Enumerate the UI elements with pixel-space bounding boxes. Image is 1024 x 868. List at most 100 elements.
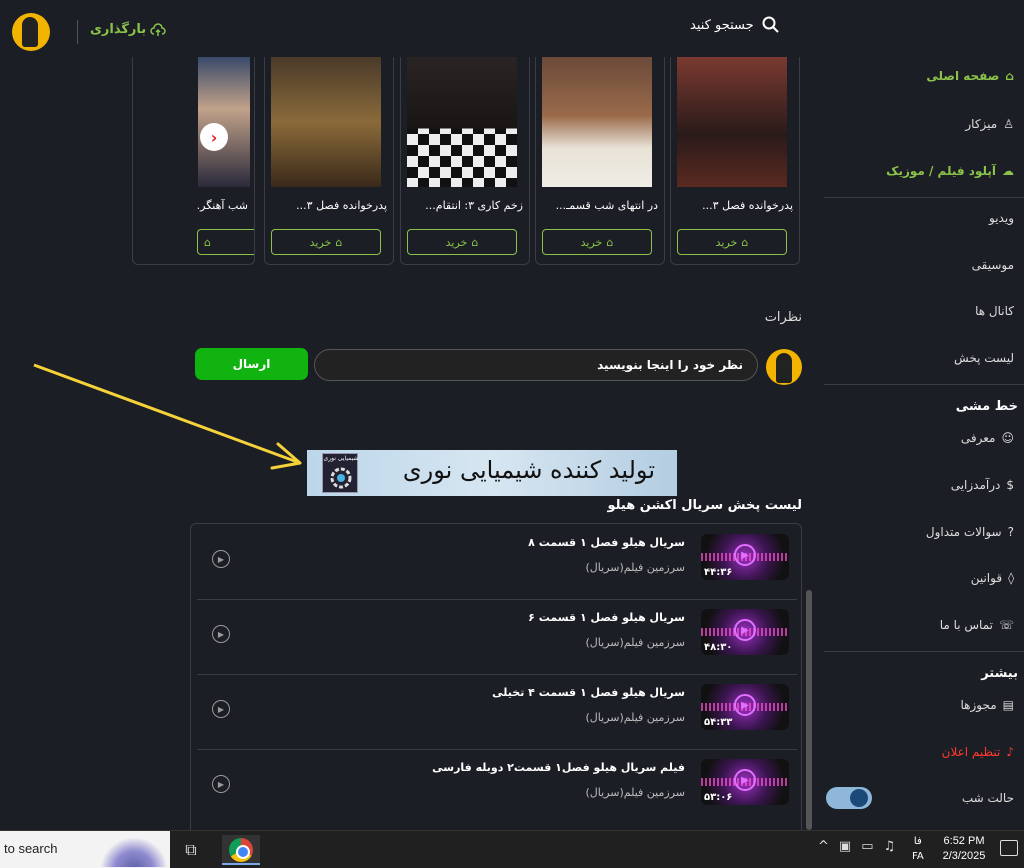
buy-button[interactable]: خرید ⌂ xyxy=(677,229,787,255)
clock[interactable]: 6:52 PM 2/3/2025 xyxy=(942,834,986,864)
movie-card[interactable]: زخم کاری ۳: انتقام... خرید ⌂ xyxy=(400,57,530,265)
movie-title[interactable]: زخم کاری ۳: انتقام... xyxy=(405,199,523,212)
movie-card[interactable]: پدرخوانده فصل ۳... خرید ⌂ xyxy=(670,57,800,265)
user-icon: ♙ xyxy=(1003,117,1014,131)
sidebar-divider xyxy=(824,197,1024,198)
sidebar-label: مجوزها xyxy=(960,698,997,712)
tag-icon: ⌂ xyxy=(741,235,749,249)
playlist-title: لیست پخش سریال اکشن هیلو xyxy=(607,498,802,513)
comment-input[interactable]: نظر خود را اینجا بنویسید xyxy=(314,349,758,381)
movie-title[interactable]: پدرخوانده فصل ۳... xyxy=(675,199,793,212)
sidebar-item-video[interactable]: ویدیو xyxy=(989,211,1014,225)
playlist: ▶ ۴۴:۳۶ سریال هیلو فصل ۱ قسمت ۸ سرزمین فی… xyxy=(190,523,802,830)
buy-label: خرید xyxy=(445,235,468,249)
sidebar-label: میزکار xyxy=(965,117,998,131)
language-indicator[interactable]: فا FA xyxy=(912,834,924,864)
video-title[interactable]: فیلم سریال هیلو فصل۱ قسمت۲ دوبله فارسی xyxy=(432,761,685,774)
sidebar-item-dark-mode: حالت شب xyxy=(962,791,1014,805)
buy-button[interactable]: خرید ⌂ xyxy=(542,229,652,255)
sidebar-item-home[interactable]: ⌂ صفحه اصلی xyxy=(926,69,1014,83)
task-view-icon[interactable]: ⧉ xyxy=(176,835,206,865)
sidebar-item-rules[interactable]: ◊ قوانین xyxy=(971,571,1014,585)
sidebar-label: تنظیم اعلان xyxy=(941,745,1001,759)
play-circle-icon[interactable]: ▶ xyxy=(212,550,230,568)
sidebar-label: تماس با ما xyxy=(939,618,993,632)
channel-name[interactable]: سرزمین فیلم(سریال) xyxy=(586,561,686,574)
movie-title[interactable]: در انتهای شب قسمـ... xyxy=(540,199,658,212)
network-icon[interactable]: ▭ xyxy=(861,839,873,854)
video-title[interactable]: سریال هیلو فصل ۱ قسمت ۴ تخیلی xyxy=(492,686,685,699)
sidebar-item-monetize[interactable]: $ درآمدزایی xyxy=(951,478,1014,492)
users-icon: ☺ xyxy=(1001,431,1014,445)
main-scrollbar[interactable] xyxy=(806,590,812,830)
system-tray: ^ ▣ ▭ ♫ xyxy=(818,839,895,854)
movie-poster[interactable] xyxy=(677,57,787,187)
tag-icon: ⌂ xyxy=(606,235,614,249)
sidebar-item-upload[interactable]: ☁ آپلود فیلم / موزیک xyxy=(886,164,1014,178)
sidebar-item-permits[interactable]: ▤ مجوزها xyxy=(961,698,1015,712)
sidebar-label: آپلود فیلم / موزیک xyxy=(886,164,996,178)
banner-text: تولید کننده شیمیایی نوری xyxy=(402,456,655,484)
video-thumbnail[interactable]: ▶ ۵۴:۳۳ xyxy=(701,684,789,730)
video-duration: ۴۸:۳۰ xyxy=(704,642,733,653)
sidebar-item-dashboard[interactable]: ♙ میزکار xyxy=(965,117,1014,131)
video-thumbnail[interactable]: ▶ ۵۳:۰۶ xyxy=(701,759,789,805)
buy-button[interactable]: خرید ⌂ xyxy=(407,229,517,255)
sidebar-label: درآمدزایی xyxy=(950,478,1001,492)
video-duration: ۴۴:۳۶ xyxy=(704,567,733,578)
tag-icon: ⌂ xyxy=(471,235,479,249)
playlist-item[interactable]: ▶ ۵۴:۳۳ سریال هیلو فصل ۱ قسمت ۴ تخیلی سرز… xyxy=(197,674,797,749)
playlist-item[interactable]: ▶ ۵۳:۰۶ فیلم سریال هیلو فصل۱ قسمت۲ دوبله … xyxy=(197,749,797,824)
annotation-arrow xyxy=(33,363,302,470)
chrome-icon xyxy=(229,838,253,862)
sidebar-item-about[interactable]: ☺ معرفی xyxy=(961,431,1014,445)
security-icon[interactable]: ▣ xyxy=(839,839,851,854)
channel-name[interactable]: سرزمین فیلم(سریال) xyxy=(586,711,686,724)
buy-label: خرید xyxy=(715,235,738,249)
chrome-taskbar-button[interactable] xyxy=(222,835,260,865)
sidebar-label: کانال ها xyxy=(975,304,1014,318)
sidebar-item-ads[interactable]: ♪ تنظیم اعلان xyxy=(942,745,1014,759)
sidebar-label: موسیقی xyxy=(971,258,1014,272)
comments-title: نظرات xyxy=(764,310,802,325)
ad-banner[interactable]: شیمیایی نوری تولید کننده شیمیایی نوری xyxy=(307,450,677,496)
movie-card[interactable]: در انتهای شب قسمـ... خرید ⌂ xyxy=(535,57,665,265)
chevron-up-icon[interactable]: ^ xyxy=(818,839,829,854)
sidebar-item-contact[interactable]: ☏ تماس با ما xyxy=(940,618,1014,632)
windows-taskbar: to search ⧉ ^ ▣ ▭ ♫ فا FA 6:52 PM 2/3/20… xyxy=(0,830,1024,868)
play-circle-icon[interactable]: ▶ xyxy=(212,625,230,643)
search-bar[interactable]: جستجو کنید xyxy=(690,16,780,34)
phone-icon: ☏ xyxy=(998,618,1014,632)
notification-icon[interactable] xyxy=(1000,840,1018,856)
taskbar-search[interactable]: to search xyxy=(0,831,170,868)
sidebar-item-playlists[interactable]: لیست پخش xyxy=(954,351,1014,365)
play-icon: ▶ xyxy=(734,694,756,716)
buy-label: خرید xyxy=(580,235,603,249)
movie-poster[interactable] xyxy=(542,57,652,187)
sidebar-label: معرفی xyxy=(960,431,996,445)
sidebar-heading-more: بیشتر xyxy=(981,666,1018,681)
playlist-item[interactable]: ▶ ۴۴:۳۶ سریال هیلو فصل ۱ قسمت ۸ سرزمین فی… xyxy=(197,524,797,599)
play-circle-icon[interactable]: ▶ xyxy=(212,700,230,718)
tag-icon: ⌂ xyxy=(335,235,343,249)
play-circle-icon[interactable]: ▶ xyxy=(212,775,230,793)
sidebar-item-faq[interactable]: ? سوالات متداول xyxy=(926,525,1014,539)
clock-date: 2/3/2025 xyxy=(942,850,986,862)
sidebar-label: صفحه اصلی xyxy=(926,69,1000,83)
channel-name[interactable]: سرزمین فیلم(سریال) xyxy=(586,636,686,649)
video-thumbnail[interactable]: ▶ ۴۸:۳۰ xyxy=(701,609,789,655)
sidebar-item-channels[interactable]: کانال ها xyxy=(975,304,1014,318)
video-title[interactable]: سریال هیلو فصل ۱ قسمت ۸ xyxy=(528,536,685,549)
sidebar-divider xyxy=(824,651,1024,652)
movie-poster[interactable] xyxy=(407,57,517,187)
sidebar: ⌂ صفحه اصلی ♙ میزکار ☁ آپلود فیلم / موزیک و… xyxy=(824,57,1024,830)
playlist-item[interactable]: ▶ ۴۸:۳۰ سریال هیلو فصل ۱ قسمت ۶ سرزمین فی… xyxy=(197,599,797,674)
channel-name[interactable]: سرزمین فیلم(سریال) xyxy=(586,786,686,799)
video-title[interactable]: سریال هیلو فصل ۱ قسمت ۶ xyxy=(528,611,685,624)
video-thumbnail[interactable]: ▶ ۴۴:۳۶ xyxy=(701,534,789,580)
sidebar-item-music[interactable]: موسیقی xyxy=(972,258,1014,272)
dark-mode-toggle[interactable] xyxy=(826,787,872,809)
speaker-icon[interactable]: ♫ xyxy=(884,839,896,854)
home-icon: ⌂ xyxy=(1005,69,1014,83)
video-duration: ۵۴:۳۳ xyxy=(704,717,733,728)
